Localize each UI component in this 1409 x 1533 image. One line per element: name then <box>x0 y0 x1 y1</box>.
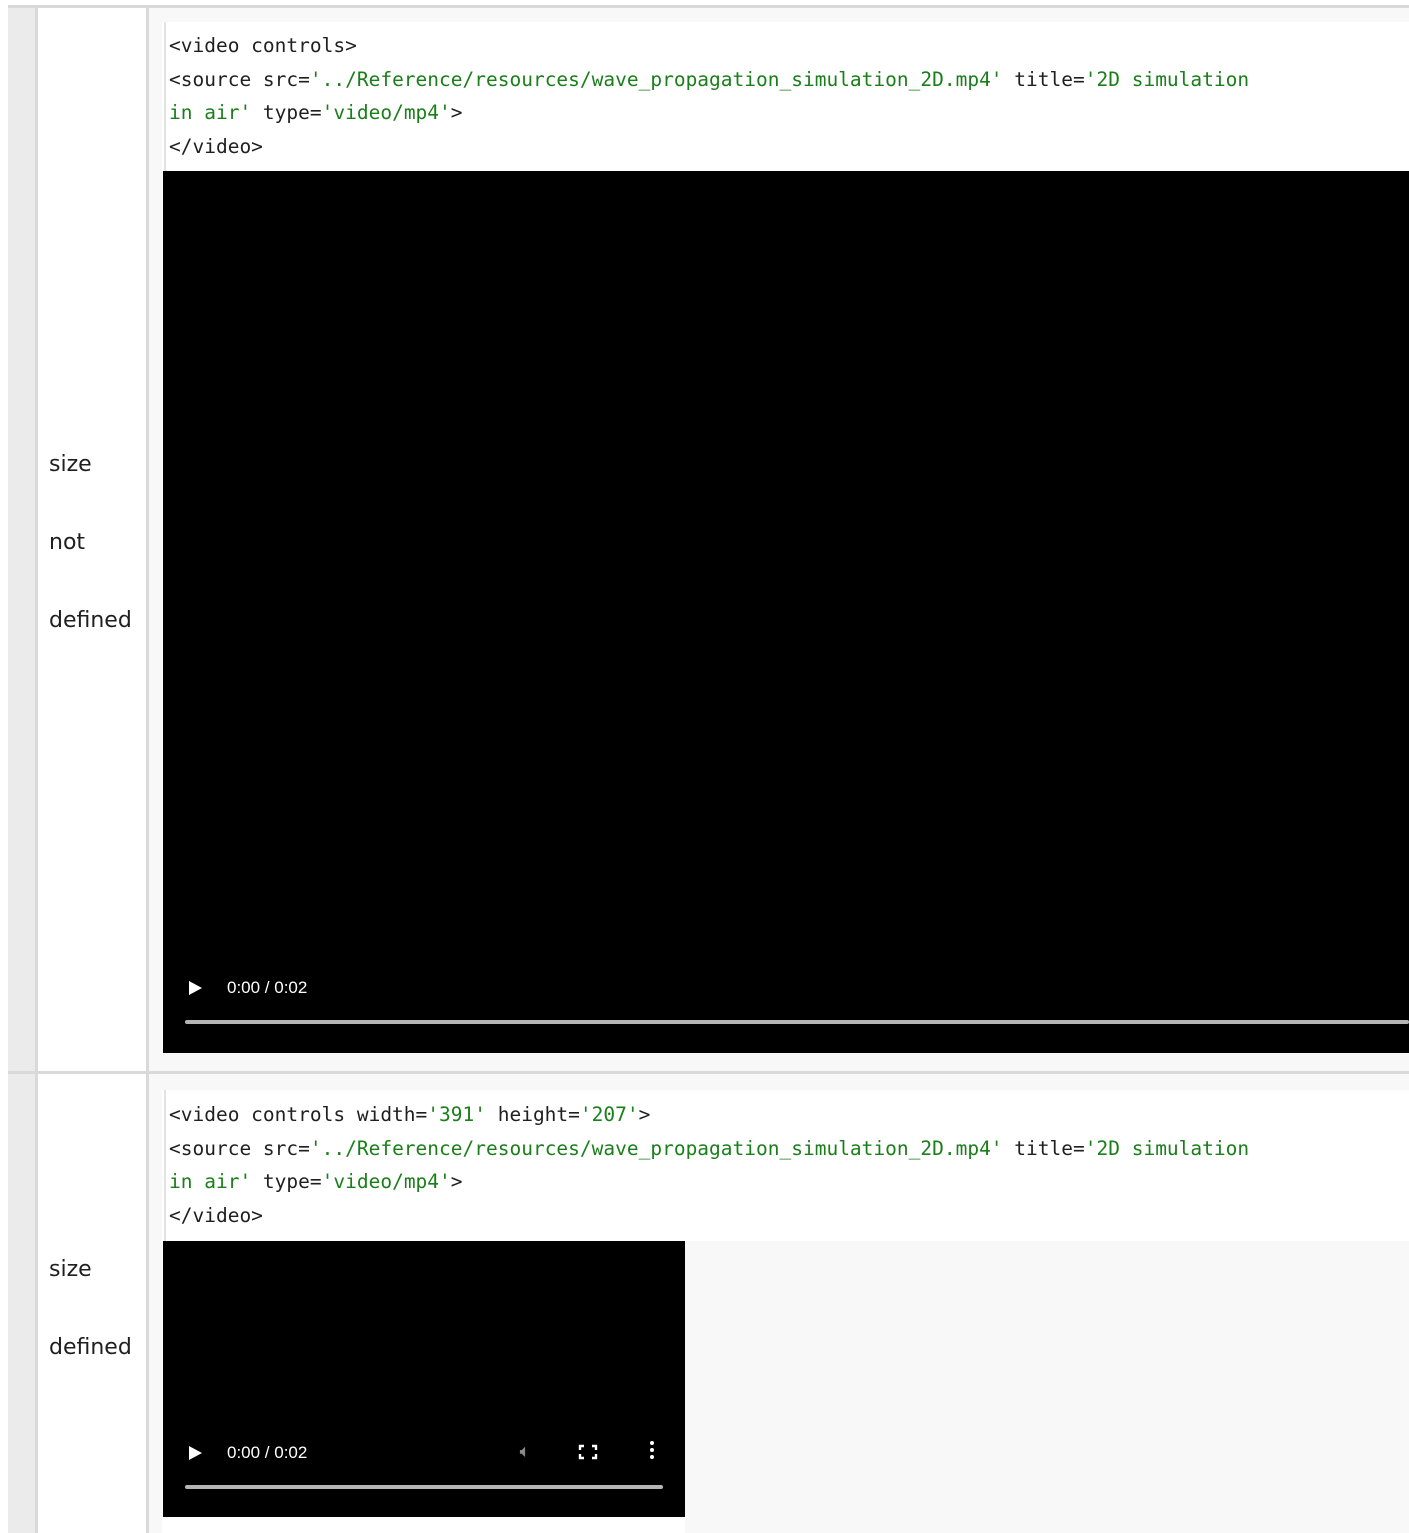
label-word: defined <box>49 608 132 633</box>
code-block: <video controls> <source src='../Referenc… <box>169 29 1392 163</box>
code-text: </video> <box>169 134 263 158</box>
code-line: </video> <box>169 130 1392 164</box>
code-text: <video controls width= <box>169 1103 428 1126</box>
cell-bottom-padding <box>149 1053 1409 1071</box>
code-block-border <box>164 1090 166 1242</box>
cell-left-padding <box>149 22 162 1053</box>
play-icon[interactable] <box>189 981 202 995</box>
code-text: <source src= <box>169 1136 310 1160</box>
code-text: title= <box>1002 1136 1085 1160</box>
code-line: <source src='../Reference/resources/wave… <box>169 63 1392 97</box>
code-text: height= <box>485 1103 580 1126</box>
video-progress-bar[interactable] <box>185 1485 663 1489</box>
fullscreen-icon[interactable] <box>578 1444 600 1460</box>
code-text: > <box>450 1170 463 1193</box>
code-block: <video controls width='391' height='207'… <box>169 1098 1392 1232</box>
code-line: <source src='../Reference/resources/wave… <box>169 1132 1392 1166</box>
code-string: in air' <box>169 101 252 124</box>
volume-icon[interactable]: 🔈︎ <box>512 1442 538 1462</box>
code-string: '../Reference/resources/wave_propagation… <box>309 67 1003 91</box>
code-line: <video controls width='391' height='207'… <box>169 1098 1392 1132</box>
code-text: </video> <box>169 1203 263 1227</box>
label-word: size <box>49 1257 92 1282</box>
video-player[interactable]: 0:00 / 0:02 <box>163 171 1409 1053</box>
code-line: in air' type='video/mp4'> <box>169 96 1392 130</box>
code-string: '2D simulation <box>1084 67 1250 91</box>
more-options-icon[interactable] <box>650 1441 654 1462</box>
cell-top-padding <box>149 1074 1409 1090</box>
cell-left-padding <box>149 1090 162 1533</box>
label-word: defined <box>49 1335 132 1360</box>
code-string: '2D simulation <box>1084 1136 1250 1160</box>
video-player[interactable]: 0:00 / 0:02 🔈︎ <box>163 1241 685 1517</box>
code-string: '207' <box>579 1103 639 1126</box>
code-line: in air' type='video/mp4'> <box>169 1165 1392 1199</box>
label-word: not <box>49 530 86 555</box>
video-time: 0:00 / 0:02 <box>227 978 308 997</box>
left-gutter <box>8 7 37 1533</box>
code-string: 'video/mp4' <box>321 101 451 124</box>
play-icon[interactable] <box>189 1446 202 1460</box>
code-string: '391' <box>427 1103 486 1126</box>
code-string: 'video/mp4' <box>321 1170 451 1193</box>
label-word: size <box>49 452 92 477</box>
code-line: </video> <box>169 1199 1392 1233</box>
code-line: <video controls> <box>169 29 1392 63</box>
row-label: size defined <box>49 1231 132 1387</box>
video-time: 0:00 / 0:02 <box>227 1443 308 1462</box>
code-string: '../Reference/resources/wave_propagation… <box>309 1136 1003 1160</box>
code-block-border <box>164 22 166 172</box>
row-label: size not defined <box>49 426 132 660</box>
cell-top-padding <box>149 8 1409 22</box>
code-text: title= <box>1002 67 1085 91</box>
cell-right-area <box>685 1241 1409 1533</box>
code-text: <source src= <box>169 67 310 91</box>
code-text: > <box>638 1103 651 1126</box>
gutter-border <box>35 7 38 1533</box>
code-text: type= <box>251 101 322 124</box>
code-text: > <box>450 101 463 124</box>
video-progress-bar[interactable] <box>185 1020 1409 1024</box>
code-string: in air' <box>169 1170 252 1193</box>
code-text: <video controls> <box>169 34 357 57</box>
notebook-page: size not defined <video controls> <source… <box>0 0 1409 1533</box>
code-text: type= <box>251 1170 322 1193</box>
